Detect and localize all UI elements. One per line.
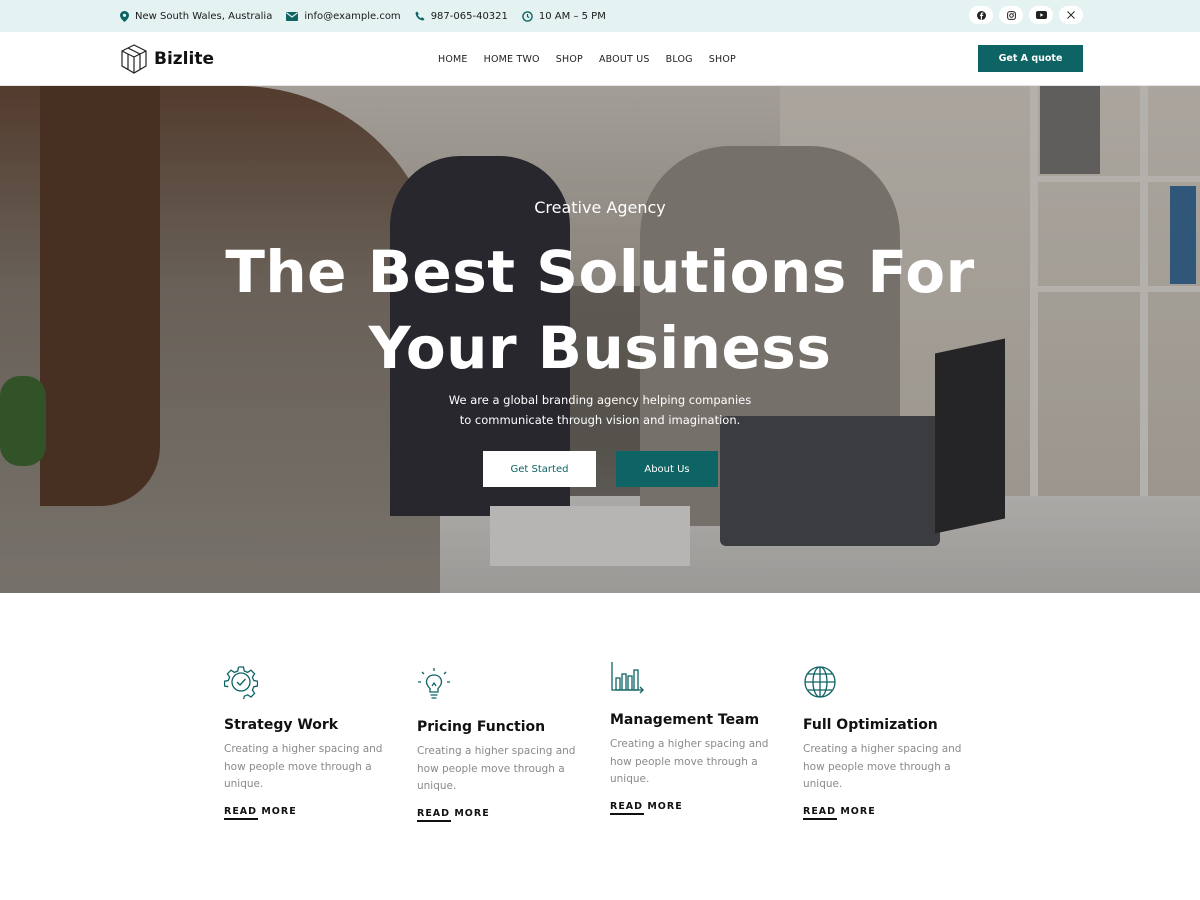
get-started-button[interactable]: Get Started [483, 451, 596, 487]
x-icon[interactable] [1059, 6, 1083, 24]
hero-title: The Best Solutions For Your Business [0, 234, 1200, 386]
read-more-link[interactable]: READ MORE [803, 806, 876, 820]
hero-title-line-2: Your Business [368, 314, 832, 382]
feature-description: Creating a higher spacing and how people… [224, 743, 383, 790]
hero-desc-line-1: We are a global branding agency helping … [448, 393, 752, 407]
logo[interactable]: Bizlite [120, 44, 214, 74]
nav-item-about-us[interactable]: ABOUT US [599, 54, 650, 65]
hero-title-line-1: The Best Solutions For [225, 238, 975, 306]
site-header: Bizlite HOME HOME TWO SHOP ABOUT US BLOG… [0, 32, 1200, 86]
features-section: Strategy Work Creating a higher spacing … [0, 593, 1200, 900]
hero-description: We are a global branding agency helping … [0, 390, 1200, 430]
feature-card-optimization: Full Optimization Creating a higher spac… [803, 665, 973, 820]
youtube-icon[interactable] [1029, 6, 1053, 24]
contact-info: New South Wales, Australia info@example.… [120, 0, 620, 32]
envelope-icon [286, 11, 299, 21]
phone-item[interactable]: 987-065-40321 [415, 11, 508, 22]
bar-chart-icon [611, 662, 644, 694]
read-more-link[interactable]: READ MORE [224, 806, 297, 820]
hours-text: 10 AM – 5 PM [538, 10, 606, 22]
lightbulb-icon [418, 668, 450, 699]
location-text: New South Wales, Australia [135, 10, 273, 22]
globe-icon [804, 666, 836, 698]
read-more-link[interactable]: READ MORE [610, 801, 683, 815]
gear-check-icon [223, 666, 259, 701]
hero-content: Creative Agency The Best Solutions For Y… [0, 86, 1200, 593]
phone-text[interactable]: 987-065-40321 [431, 11, 508, 22]
facebook-icon[interactable] [969, 6, 993, 24]
main-nav: HOME HOME TWO SHOP ABOUT US BLOG SHOP [430, 32, 744, 86]
feature-description: Creating a higher spacing and how people… [417, 745, 576, 792]
top-bar: New South Wales, Australia info@example.… [0, 0, 1200, 32]
nav-item-home-two[interactable]: HOME TWO [484, 54, 540, 65]
map-pin-icon [120, 10, 129, 22]
get-quote-button[interactable]: Get A quote [978, 45, 1083, 72]
feature-title: Management Team [610, 712, 760, 728]
cube-logo-icon [121, 44, 147, 74]
about-us-button[interactable]: About Us [616, 451, 718, 487]
social-links [963, 6, 1083, 24]
hero-section: Creative Agency The Best Solutions For Y… [0, 86, 1200, 593]
hours-item: 10 AM – 5 PM [522, 11, 606, 22]
nav-item-shop[interactable]: SHOP [556, 54, 583, 65]
logo-text: Bizlite [154, 49, 214, 69]
hero-desc-line-2: to communicate through vision and imagin… [459, 413, 741, 427]
feature-description: Creating a higher spacing and how people… [610, 738, 769, 785]
nav-item-blog[interactable]: BLOG [666, 54, 693, 65]
feature-title: Pricing Function [417, 719, 546, 735]
location-item: New South Wales, Australia [120, 10, 273, 22]
nav-item-home[interactable]: HOME [438, 54, 468, 65]
phone-icon [415, 11, 425, 21]
nav-item-shop-2[interactable]: SHOP [709, 54, 736, 65]
feature-title: Full Optimization [803, 717, 938, 733]
feature-title: Strategy Work [224, 717, 339, 733]
email-text[interactable]: info@example.com [304, 11, 400, 22]
email-item[interactable]: info@example.com [286, 11, 401, 22]
instagram-icon[interactable] [999, 6, 1023, 24]
hero-eyebrow: Creative Agency [534, 198, 666, 217]
feature-card-pricing: Pricing Function Creating a higher spaci… [417, 667, 587, 822]
read-more-link[interactable]: READ MORE [417, 808, 490, 822]
feature-card-management: Management Team Creating a higher spacin… [610, 660, 780, 815]
feature-card-strategy: Strategy Work Creating a higher spacing … [223, 665, 394, 820]
clock-icon [522, 10, 533, 22]
feature-description: Creating a higher spacing and how people… [803, 743, 962, 790]
